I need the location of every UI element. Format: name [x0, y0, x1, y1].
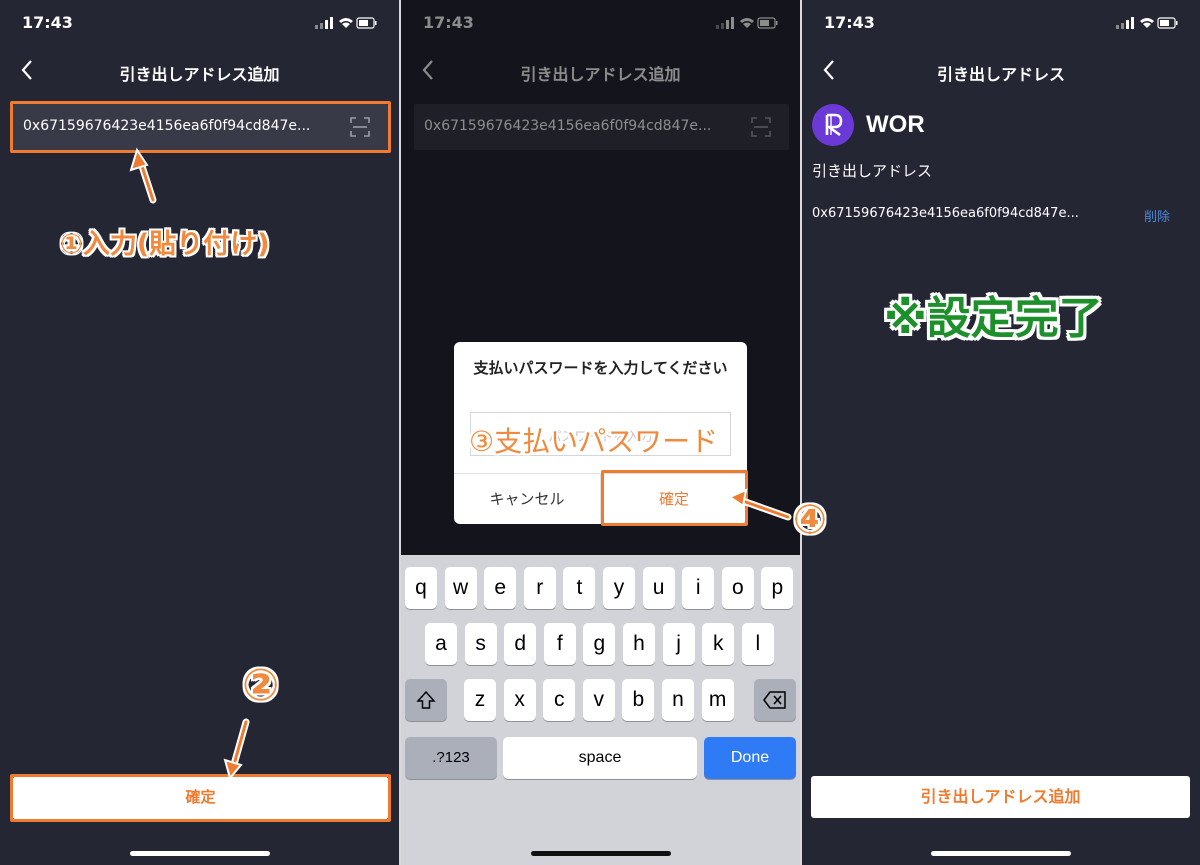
key-u[interactable]: u: [642, 567, 675, 609]
delete-link[interactable]: 削除: [1144, 206, 1170, 225]
home-indicator: [129, 851, 270, 856]
key-a[interactable]: a: [425, 623, 457, 665]
home-indicator: [530, 851, 671, 856]
key-o[interactable]: o: [721, 567, 754, 609]
key-r[interactable]: r: [523, 567, 556, 609]
status-icons: [1116, 17, 1178, 29]
key-z[interactable]: z: [464, 679, 496, 721]
keyboard: qwertyuiop asdfghjkl zxcvbnm .?123 space…: [401, 555, 800, 865]
key-b[interactable]: b: [622, 679, 655, 721]
key-s[interactable]: s: [464, 623, 497, 665]
confirm-button[interactable]: 確定: [13, 777, 388, 819]
shift-key[interactable]: [405, 679, 447, 721]
key-h[interactable]: h: [623, 623, 655, 665]
done-key[interactable]: Done: [704, 737, 796, 779]
coin-name: WOR: [866, 111, 925, 138]
key-t[interactable]: t: [563, 567, 596, 609]
home-indicator: [931, 851, 1071, 856]
status-bar: 17:43: [0, 0, 399, 46]
dialog-confirm-button[interactable]: 確定: [601, 474, 747, 524]
status-bar: 17:43: [802, 0, 1200, 46]
key-e[interactable]: e: [484, 567, 517, 609]
nav-bar: 引き出しアドレス: [802, 50, 1200, 94]
space-key[interactable]: space: [503, 737, 697, 779]
key-g[interactable]: g: [583, 623, 616, 665]
numbers-key[interactable]: .?123: [405, 737, 497, 779]
key-k[interactable]: k: [702, 623, 735, 665]
status-time: 17:43: [824, 13, 875, 32]
page-title: 引き出しアドレス: [936, 65, 1065, 84]
coin-logo: [812, 104, 854, 146]
saved-address: 0x67159676423e4156ea6f0f94cd847e...: [812, 206, 1079, 221]
annotation-step-4: ④: [793, 497, 827, 543]
section-label: 引き出しアドレス: [812, 162, 933, 180]
screen-password-entry: 17:43 引き出しアドレス追加 0x67159676423e4156ea6f0…: [401, 0, 800, 865]
status-time: 17:43: [22, 13, 73, 32]
key-f[interactable]: f: [543, 623, 576, 665]
dialog-title: 支払いパスワードを入力してください: [473, 359, 728, 377]
backspace-key[interactable]: [754, 679, 796, 721]
annotation-password: ③支払いパスワード: [469, 425, 719, 458]
key-y[interactable]: y: [603, 567, 635, 609]
key-p[interactable]: p: [761, 567, 794, 609]
key-c[interactable]: c: [543, 679, 576, 721]
address-input[interactable]: 0x67159676423e4156ea6f0f94cd847e...: [13, 104, 388, 150]
coin-logo-icon: [825, 113, 843, 137]
key-j[interactable]: j: [662, 623, 695, 665]
key-l[interactable]: l: [741, 623, 774, 665]
add-address-button[interactable]: 引き出しアドレス追加: [811, 776, 1190, 818]
key-m[interactable]: m: [701, 679, 734, 721]
page-title: 引き出しアドレス追加: [119, 65, 280, 84]
key-x[interactable]: x: [503, 679, 536, 721]
annotation-complete: ※設定完了: [884, 293, 1103, 344]
screen-address-list: 17:43 引き出しアドレス WOR 引き出しアドレス 0x6715967642…: [802, 0, 1200, 865]
nav-bar: 引き出しアドレス追加: [0, 50, 399, 94]
screen-add-address: 17:43 引き出しアドレス追加 0x67159676423e4156ea6f0…: [0, 0, 399, 865]
scan-qr-icon[interactable]: [350, 117, 370, 137]
key-w[interactable]: w: [444, 567, 477, 609]
backspace-icon: [763, 691, 786, 709]
annotation-step-2: ②: [242, 660, 280, 711]
key-d[interactable]: d: [504, 623, 537, 665]
annotation-input: ①入力(貼り付け): [60, 229, 270, 260]
key-q[interactable]: q: [405, 567, 437, 609]
status-icons: [315, 17, 377, 29]
address-input-value: 0x67159676423e4156ea6f0f94cd847e...: [23, 118, 311, 134]
key-i[interactable]: i: [682, 567, 715, 609]
key-v[interactable]: v: [582, 679, 615, 721]
shift-icon: [416, 690, 436, 709]
dialog-cancel-button[interactable]: キャンセル: [454, 474, 600, 524]
key-n[interactable]: n: [662, 679, 694, 721]
